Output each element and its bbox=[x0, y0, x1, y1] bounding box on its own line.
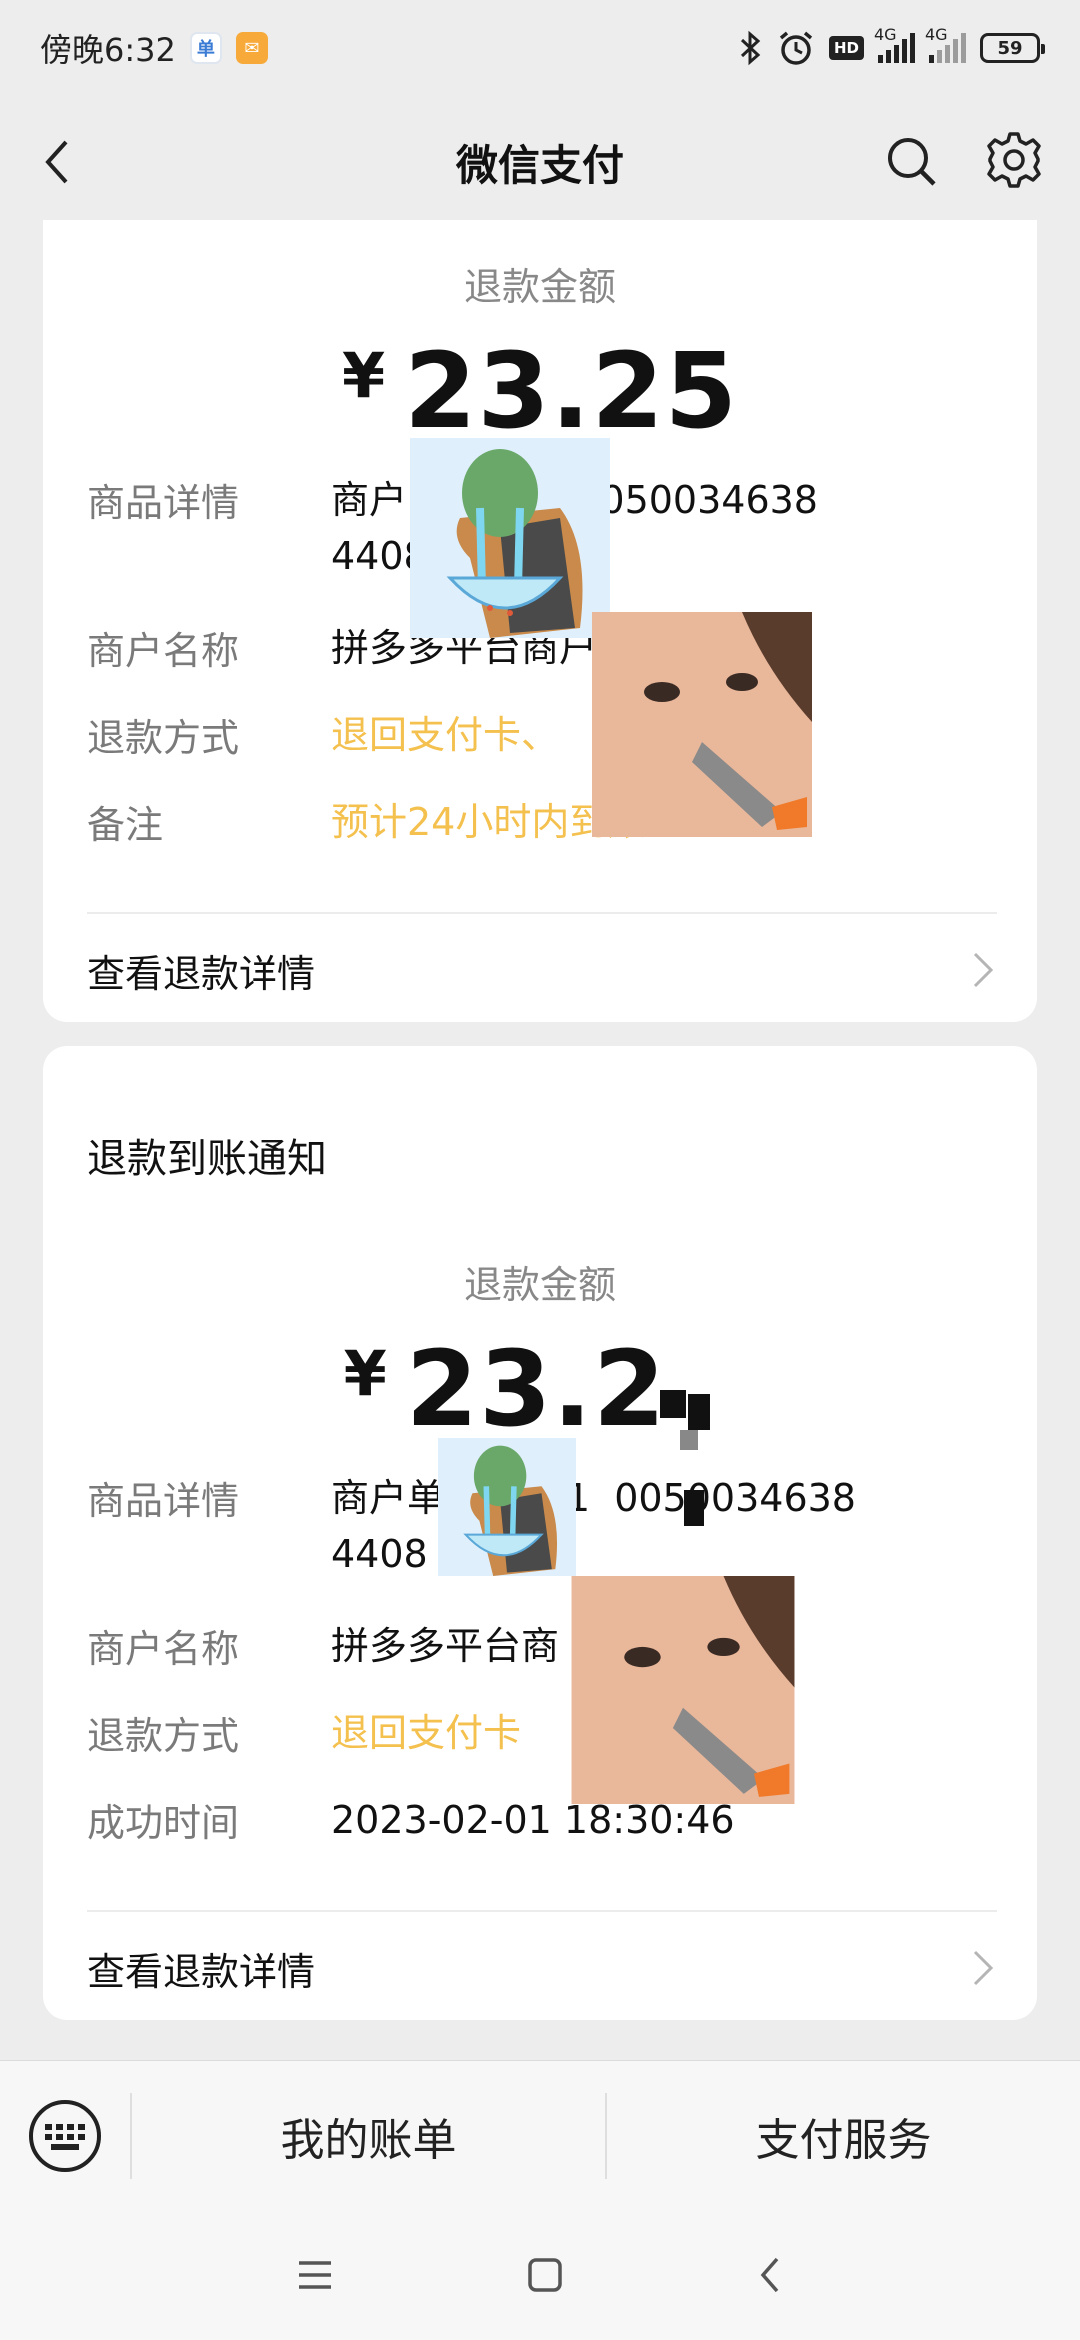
view-refund-details-link[interactable]: 查看退款详情 bbox=[87, 1938, 997, 1998]
row-value: 退回支付卡、 bbox=[331, 713, 560, 757]
battery-level: 59 bbox=[997, 37, 1023, 59]
status-bar: 傍晚6:32 单 ✉ HD 4G 4G 59 bbox=[0, 0, 1080, 96]
row-value: 商户单 42301 0050034638 4408 bbox=[331, 1470, 856, 1582]
link-label: 查看退款详情 bbox=[87, 1949, 316, 1994]
signal-icon-1: 4G bbox=[874, 25, 915, 63]
system-nav-bar bbox=[0, 2210, 1080, 2340]
battery-icon: 59 bbox=[980, 33, 1045, 63]
divider bbox=[87, 1910, 997, 1912]
my-bill-button[interactable]: 我的账单 bbox=[132, 2061, 605, 2211]
amount-label: 退款金额 bbox=[463, 1263, 616, 1307]
view-refund-details-link[interactable]: 查看退款详情 bbox=[87, 940, 997, 1000]
bluetooth-icon bbox=[740, 30, 761, 66]
bottom-menu-bar: 我的账单 支付服务 bbox=[0, 2060, 1080, 2210]
amount-value: 23.25 bbox=[404, 330, 739, 452]
mail-notification-icon: ✉ bbox=[235, 32, 268, 64]
row-label: 商品详情 bbox=[87, 1479, 240, 1523]
row-label: 商品详情 bbox=[87, 481, 240, 525]
hd-badge: HD bbox=[828, 36, 864, 60]
back-icon[interactable] bbox=[36, 138, 84, 186]
child-photo-sticker-image bbox=[571, 1576, 795, 1804]
pay-service-button[interactable]: 支付服务 bbox=[607, 2061, 1080, 2211]
nav-bar: 微信支付 bbox=[0, 96, 1080, 228]
refund-amount: ¥23.2 bbox=[43, 1328, 1037, 1450]
row-remark: 备注 预计24小时内到账 bbox=[87, 794, 1007, 850]
status-left: 傍晚6:32 单 ✉ bbox=[40, 25, 268, 71]
row-success-time: 成功时间 2023-02-01 18:30:46 bbox=[87, 1792, 1007, 1848]
currency-symbol: ¥ bbox=[341, 339, 387, 412]
refund-amount: ¥23.25 bbox=[43, 330, 1037, 452]
amount-value: 23.2 bbox=[405, 1328, 667, 1450]
keyboard-toggle-button[interactable] bbox=[0, 2061, 130, 2211]
status-time: 傍晚6:32 bbox=[40, 31, 176, 69]
redaction-blocks bbox=[660, 1390, 720, 1540]
row-merchant-name: 商户名称 拼多多平台商 bbox=[87, 1618, 1007, 1674]
row-label: 成功时间 bbox=[87, 1801, 240, 1845]
back-nav-icon[interactable] bbox=[755, 2255, 785, 2295]
row-label: 退款方式 bbox=[87, 1714, 240, 1758]
row-label: 商户名称 bbox=[87, 1627, 240, 1671]
crying-sticker-image bbox=[410, 438, 610, 638]
order-number-line2: 4408 bbox=[331, 1532, 428, 1576]
alarm-icon bbox=[779, 31, 813, 65]
gear-icon[interactable] bbox=[984, 130, 1044, 190]
row-refund-method: 退款方式 退回支付卡、 bbox=[87, 707, 1007, 763]
link-label: 查看退款详情 bbox=[87, 951, 316, 996]
menu-icon[interactable] bbox=[295, 2257, 335, 2293]
row-value: 拼多多平台商 bbox=[331, 1624, 560, 1668]
row-refund-method: 退款方式 退回支付卡 bbox=[87, 1705, 1007, 1761]
row-label: 备注 bbox=[87, 803, 164, 847]
app-notification-icon: 单 bbox=[189, 32, 222, 64]
chevron-right-icon bbox=[973, 1950, 994, 1986]
divider bbox=[87, 912, 997, 914]
order-number-line1: 商户单 42301 0050034638 bbox=[331, 1476, 856, 1520]
row-label: 商户名称 bbox=[87, 629, 240, 673]
status-right: HD 4G 4G 59 bbox=[739, 25, 1045, 67]
crying-sticker-image bbox=[438, 1438, 576, 1576]
signal-icon-2: 4G bbox=[925, 25, 966, 63]
card-heading: 退款到账通知 bbox=[87, 1136, 327, 1182]
keyboard-icon bbox=[29, 2099, 101, 2172]
search-icon[interactable] bbox=[884, 134, 940, 190]
chevron-right-icon bbox=[973, 952, 994, 988]
row-label: 退款方式 bbox=[87, 716, 240, 760]
row-value: 退回支付卡 bbox=[331, 1711, 522, 1755]
child-photo-sticker-image bbox=[592, 612, 812, 837]
page-title: 微信支付 bbox=[455, 140, 624, 190]
home-icon[interactable] bbox=[526, 2256, 564, 2294]
amount-label: 退款金额 bbox=[463, 265, 616, 309]
currency-symbol: ¥ bbox=[343, 1337, 388, 1410]
